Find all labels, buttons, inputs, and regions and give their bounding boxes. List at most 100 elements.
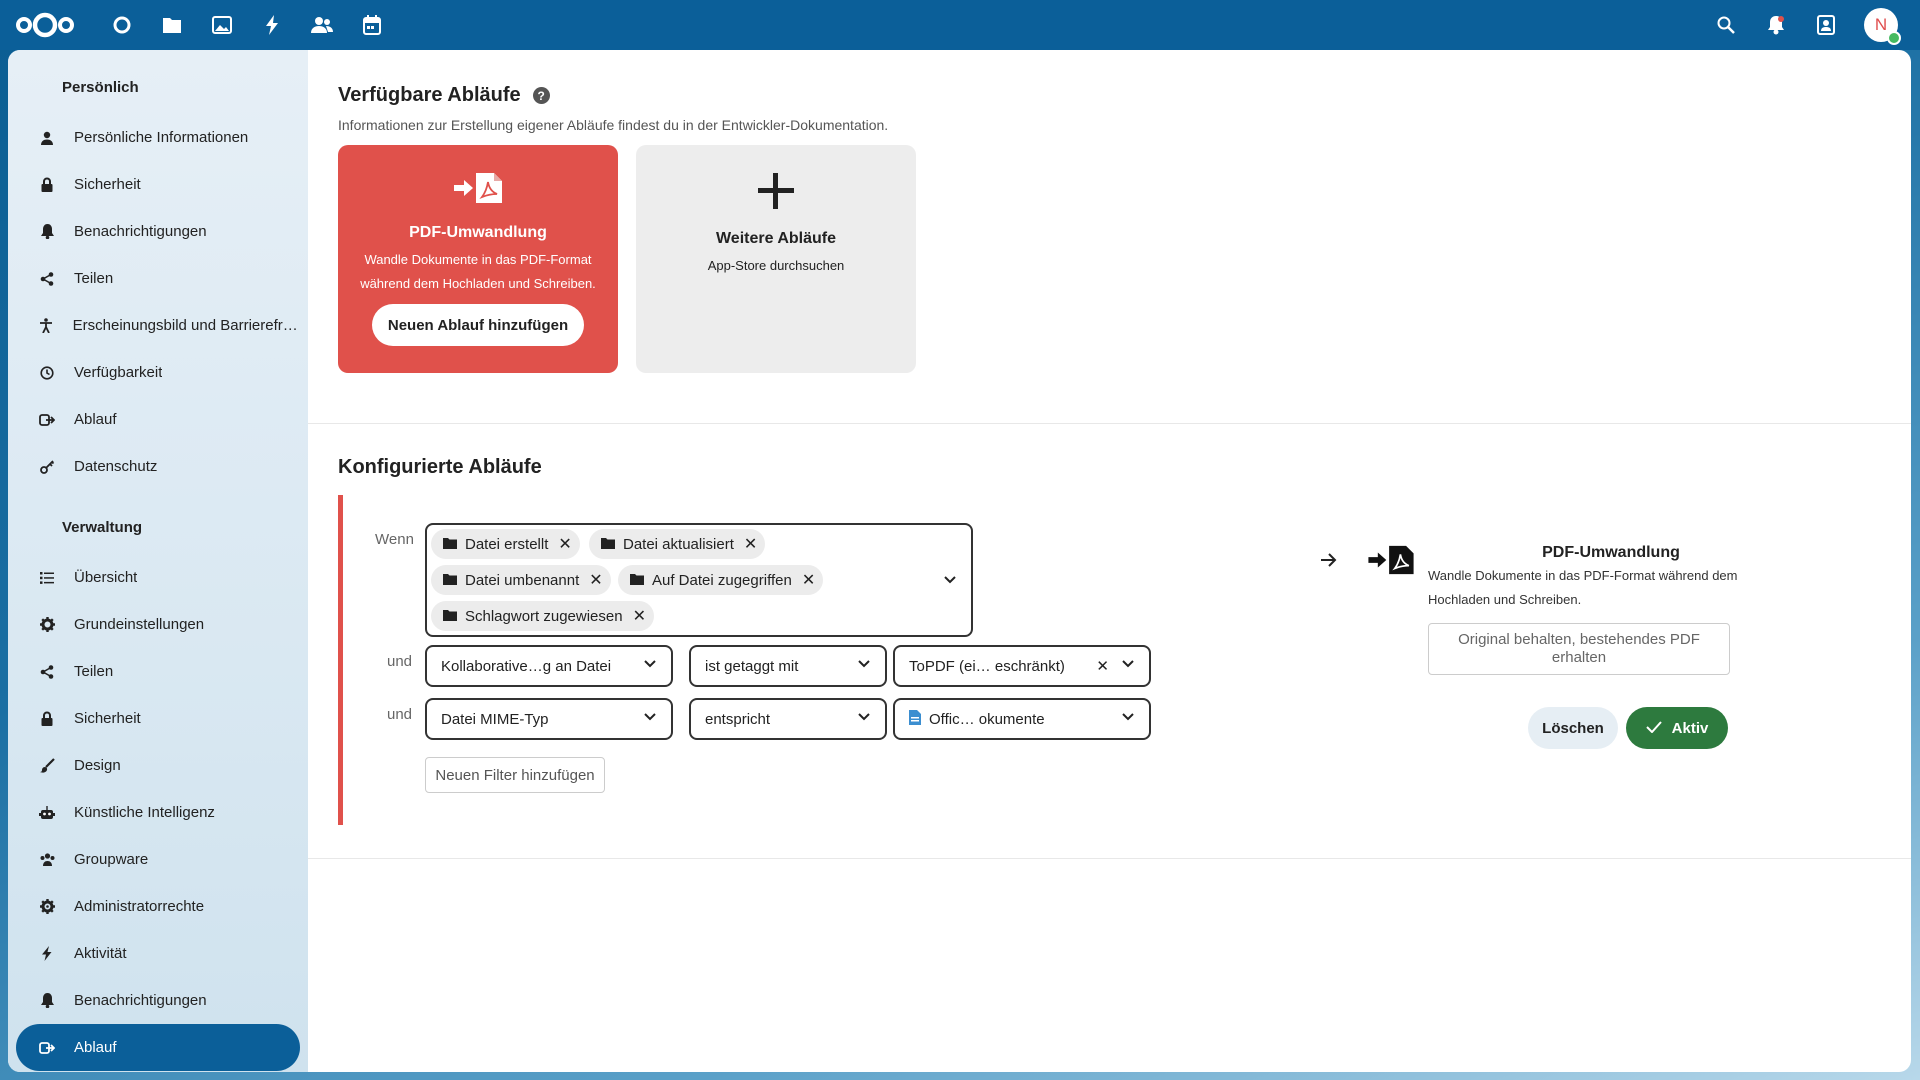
sidebar-item-übersicht[interactable]: Übersicht [16, 554, 300, 601]
help-icon[interactable]: ? [532, 87, 550, 104]
check-operator-select[interactable]: entspricht [689, 698, 887, 740]
chevron-down-icon[interactable] [943, 573, 957, 587]
sidebar-item-label: Verfügbarkeit [74, 364, 163, 381]
event-tag: Auf Datei zugegriffen ✕ [618, 565, 824, 595]
avatar-letter: N [1874, 15, 1888, 34]
clock-icon [38, 364, 56, 382]
available-flows-title: Verfügbare Abläufe [338, 84, 521, 106]
sidebar-item-ablauf[interactable]: Ablauf [16, 396, 300, 443]
sidebar-section-personal: Persönlich [62, 78, 139, 96]
sidebar-item-benachrichtigungen[interactable]: Benachrichtigungen [16, 977, 300, 1024]
pdf-card-text: Wandle Dokumente in das PDF-Format währe… [360, 252, 596, 291]
top-bar: N [0, 0, 1920, 50]
remove-tag-icon[interactable]: ✕ [744, 534, 757, 554]
groupware-icon [38, 851, 56, 869]
check-operator-value: entspricht [705, 710, 771, 728]
files-icon[interactable] [160, 13, 184, 37]
action-option-field[interactable]: Original behalten, bestehendes PDF erhal… [1428, 623, 1730, 675]
check-subject-value: Kollaborative…g an Datei [441, 657, 612, 675]
remove-tag-icon[interactable]: ✕ [558, 534, 571, 554]
sidebar-item-sicherheit[interactable]: Sicherheit [16, 161, 300, 208]
chevron-down-icon [857, 657, 871, 675]
calendar-icon[interactable] [360, 13, 384, 37]
action-title: PDF-Umwandlung [1542, 544, 1680, 561]
pdf-conversion-card: PDF-Umwandlung Wandle Dokumente in das P… [338, 145, 618, 373]
clear-icon[interactable]: ✕ [1096, 657, 1109, 675]
dashboard-icon[interactable] [110, 13, 134, 37]
settings-sidebar: Persönlich Persönliche Informationen Sich… [8, 50, 308, 1072]
sidebar-item-administratorrechte[interactable]: Administratorrechte [16, 883, 300, 930]
sidebar-item-label: Persönliche Informationen [74, 129, 249, 146]
remove-tag-icon[interactable]: ✕ [802, 570, 815, 590]
sidebar-item-label: Teilen [74, 270, 114, 287]
sidebar-item-künstliche-intelligenz[interactable]: Künstliche Intelligenz [16, 789, 300, 836]
activity-icon[interactable] [260, 13, 284, 37]
add-filter-button[interactable]: Neuen Filter hinzufügen [425, 757, 605, 793]
contacts-icon[interactable] [310, 13, 334, 37]
sidebar-item-grundeinstellungen[interactable]: Grundeinstellungen [16, 601, 300, 648]
accessibility-icon [38, 317, 55, 335]
check-operator-select[interactable]: ist getaggt mit [689, 645, 887, 687]
chevron-down-icon [857, 710, 871, 728]
sidebar-item-label: Design [74, 757, 121, 774]
document-icon [909, 709, 921, 729]
event-tag-label: Datei aktualisiert [623, 535, 734, 553]
sidebar-item-benachrichtigungen[interactable]: Benachrichtigungen [16, 208, 300, 255]
sidebar-item-verfügbarkeit[interactable]: Verfügbarkeit [16, 349, 300, 396]
more-flows-card[interactable]: Weitere Abläufe App-Store durchsuchen [636, 145, 916, 373]
check-operator-value: ist getaggt mit [705, 657, 799, 675]
sidebar-item-label: Sicherheit [74, 710, 141, 727]
nextcloud-logo-icon[interactable] [14, 10, 76, 40]
check-subject-select[interactable]: Kollaborative…g an Datei [425, 645, 673, 687]
chevron-down-icon [643, 710, 657, 728]
event-tag-label: Schlagwort zugewiesen [465, 607, 623, 625]
list-icon [38, 569, 56, 587]
and-label: und [387, 706, 413, 723]
available-flows-description[interactable]: Informationen zur Erstellung eigener Abl… [338, 117, 1881, 133]
sidebar-item-teilen[interactable]: Teilen [16, 648, 300, 695]
avatar[interactable]: N [1864, 8, 1901, 45]
gear-icon [38, 616, 56, 634]
sidebar-item-aktivität[interactable]: Aktivität [16, 930, 300, 977]
event-select[interactable]: Datei erstellt ✕ Datei aktualisiert ✕ Date… [425, 523, 973, 637]
chevron-down-icon [1121, 710, 1135, 728]
sidebar-item-label: Ablauf [74, 1039, 117, 1056]
check-value-select[interactable]: Offic… okumente [893, 698, 1151, 740]
contacts-menu-icon[interactable] [1814, 13, 1838, 37]
add-flow-button[interactable]: Neuen Ablauf hinzufügen [371, 304, 585, 346]
sidebar-item-label: Benachrichtigungen [74, 223, 207, 240]
sidebar-item-groupware[interactable]: Groupware [16, 836, 300, 883]
sidebar-item-sicherheit[interactable]: Sicherheit [16, 695, 300, 742]
event-tag: Datei umbenannt ✕ [431, 565, 611, 595]
photos-icon[interactable] [210, 13, 234, 37]
sidebar-item-label: Erscheinungsbild und Barrierefreiheit [72, 317, 300, 334]
flow-icon [38, 1039, 56, 1057]
sidebar-item-persönliche-informationen[interactable]: Persönliche Informationen [16, 114, 300, 161]
folder-icon [601, 536, 615, 553]
active-button[interactable]: Aktiv [1626, 707, 1728, 749]
delete-button[interactable]: Löschen [1528, 707, 1618, 749]
user-icon [38, 129, 56, 147]
configured-flows-title: Konfigurierte Abläufe [338, 456, 542, 478]
sidebar-item-label: Groupware [74, 851, 149, 868]
check-value-select[interactable]: ToPDF (ei… eschränkt) ✕ [893, 645, 1151, 687]
sidebar-item-ablauf[interactable]: Ablauf [16, 1024, 300, 1071]
activity-icon [38, 945, 56, 963]
check-value: ToPDF (ei… eschränkt) [909, 657, 1065, 675]
sidebar-item-teilen[interactable]: Teilen [16, 255, 300, 302]
search-icon[interactable] [1714, 13, 1738, 37]
share-icon [38, 270, 56, 288]
available-flows-section: Verfügbare Abläufe? Informationen zur Er… [308, 50, 1911, 424]
check-subject-select[interactable]: Datei MIME-Typ [425, 698, 673, 740]
sidebar-item-datenschutz[interactable]: Datenschutz [16, 443, 300, 490]
bell-icon [38, 992, 56, 1010]
more-flows-title: Weitere Abläufe [715, 230, 837, 247]
arrow-right-icon [1320, 552, 1338, 573]
notifications-icon[interactable] [1764, 13, 1788, 37]
sidebar-item-design[interactable]: Design [16, 742, 300, 789]
sidebar-item-label: Administratorrechte [74, 898, 205, 915]
sidebar-item-erscheinungsbild-und-barrierefreiheit[interactable]: Erscheinungsbild und Barrierefreiheit [16, 302, 300, 349]
sidebar-item-label: Übersicht [74, 569, 138, 586]
remove-tag-icon[interactable]: ✕ [633, 606, 646, 626]
remove-tag-icon[interactable]: ✕ [589, 570, 602, 590]
